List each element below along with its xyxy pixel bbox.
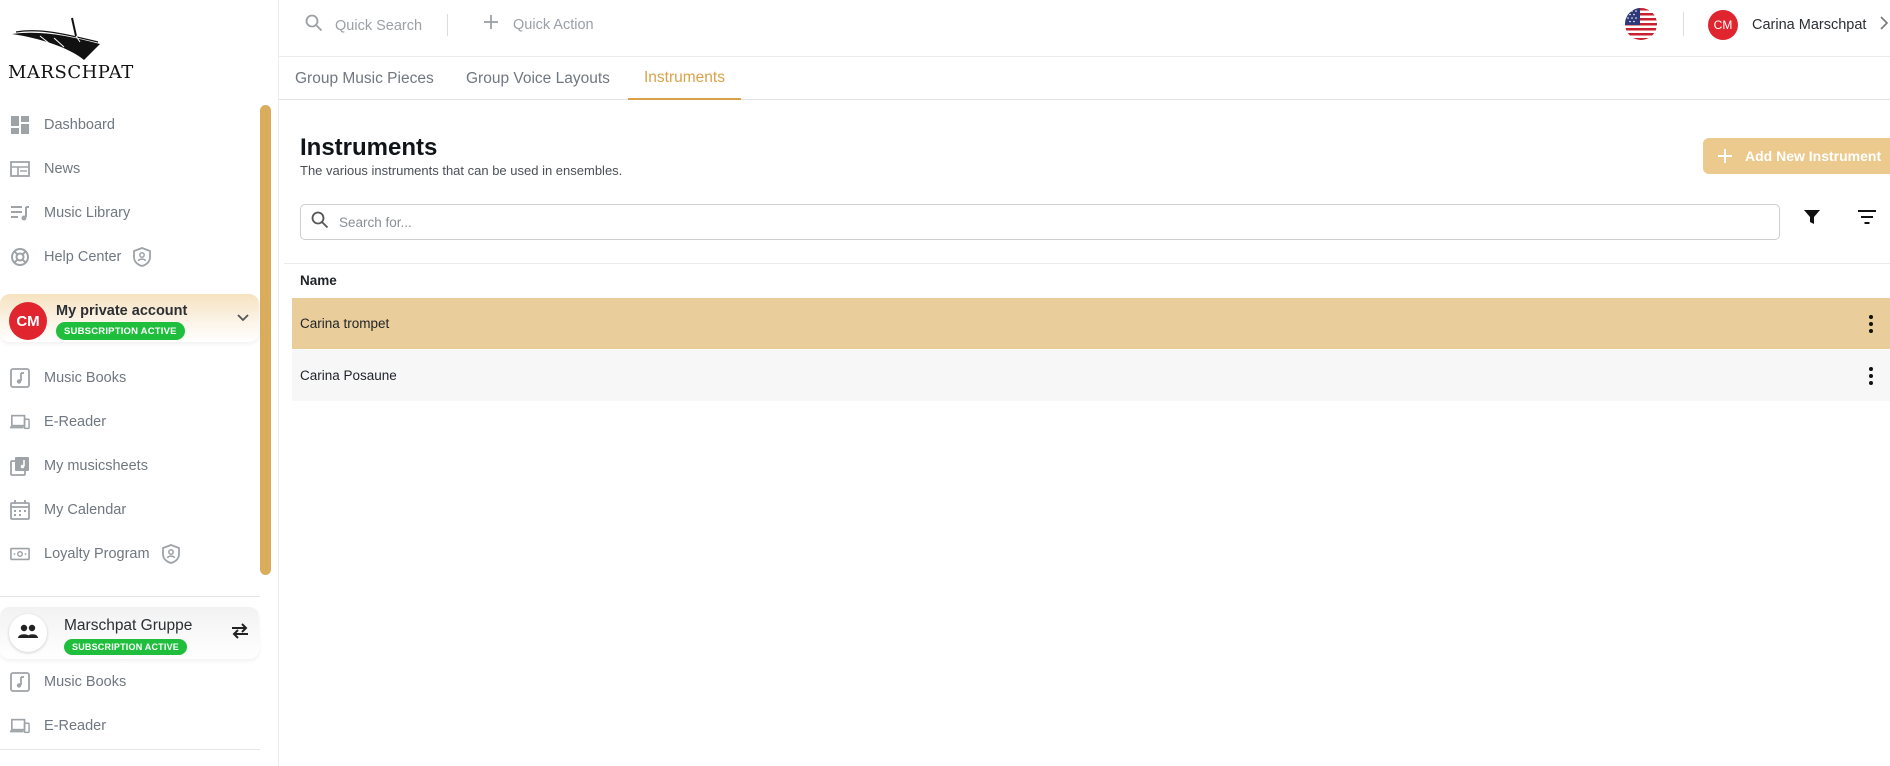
- sort-lines-icon: [1857, 209, 1877, 230]
- sidebar-item-loyalty-program[interactable]: Loyalty Program: [0, 534, 260, 574]
- sidebar-item-label: News: [44, 161, 81, 177]
- column-header-name[interactable]: Name: [300, 273, 337, 288]
- group-avatar: [9, 614, 47, 652]
- logo-mark-icon: [12, 17, 100, 60]
- language-flag-button[interactable]: [1625, 8, 1657, 40]
- sidebar-item-label: Loyalty Program: [44, 546, 150, 562]
- search-box: [300, 204, 1780, 240]
- loyalty-icon: [10, 544, 30, 564]
- sidebar-item-group-e-reader[interactable]: E-Reader: [0, 706, 260, 746]
- avatar: CM: [9, 302, 47, 340]
- quick-search-button[interactable]: Quick Search: [305, 14, 422, 37]
- search-icon: [305, 14, 323, 37]
- sidebar-item-label: My musicsheets: [44, 458, 148, 474]
- e-reader-icon: [10, 412, 30, 432]
- plus-icon: [483, 14, 499, 35]
- calendar-icon: [10, 500, 30, 520]
- table-row[interactable]: Carina Posaune: [292, 350, 1890, 401]
- sidebar-item-label: Music Books: [44, 370, 127, 386]
- sidebar-item-music-library[interactable]: Music Library: [0, 193, 260, 233]
- sidebar-divider: [0, 596, 260, 597]
- more-options-icon[interactable]: [1861, 365, 1881, 387]
- page-subtitle: The various instruments that can be used…: [300, 163, 623, 178]
- toolbar-divider: [1683, 12, 1684, 36]
- shield-icon: [133, 246, 153, 268]
- tab-group-music-pieces[interactable]: Group Music Pieces: [279, 57, 450, 100]
- sidebar-item-music-books[interactable]: Music Books: [0, 358, 260, 398]
- plus-icon: [1717, 148, 1733, 164]
- us-flag-icon: [1625, 8, 1657, 40]
- sidebar-item-label: E-Reader: [44, 414, 107, 430]
- shield-icon: [161, 543, 182, 565]
- help-center-icon: [10, 247, 30, 267]
- filter-icon: [1803, 208, 1821, 231]
- sidebar-scrollbar[interactable]: [260, 105, 271, 575]
- tab-instruments[interactable]: Instruments: [628, 57, 741, 100]
- people-icon: [17, 624, 39, 643]
- add-button-label: Add New Instrument: [1745, 148, 1882, 164]
- e-reader-icon: [10, 716, 30, 736]
- account-name: My private account: [56, 303, 188, 319]
- chevron-down-icon[interactable]: [236, 310, 250, 328]
- more-options-icon[interactable]: [1861, 313, 1881, 335]
- table-row[interactable]: Carina trompet: [292, 298, 1890, 349]
- tab-group-voice-layouts[interactable]: Group Voice Layouts: [450, 57, 626, 100]
- group-account: Marschpat Gruppe SUBSCRIPTION ACTIVE: [0, 607, 259, 659]
- user-avatar: CM: [1708, 10, 1738, 40]
- table-divider: [284, 263, 1890, 264]
- page-title: Instruments: [300, 134, 438, 161]
- filter-button[interactable]: [1800, 207, 1824, 231]
- sort-button[interactable]: [1855, 207, 1879, 231]
- news-icon: [10, 159, 30, 179]
- sidebar-item-e-reader[interactable]: E-Reader: [0, 402, 260, 442]
- musicsheets-icon: [10, 456, 30, 476]
- user-menu-button[interactable]: CM Carina Marschpat: [1708, 10, 1889, 40]
- sidebar-item-label: E-Reader: [44, 718, 107, 734]
- sidebar-item-my-calendar[interactable]: My Calendar: [0, 490, 260, 530]
- subscription-badge: SUBSCRIPTION ACTIVE: [56, 322, 185, 340]
- private-account-switcher[interactable]: CM My private account SUBSCRIPTION ACTIV…: [0, 294, 259, 342]
- subscription-badge: SUBSCRIPTION ACTIVE: [64, 639, 187, 655]
- sidebar-item-label: Help Center: [44, 249, 122, 265]
- chevron-right-icon: [1880, 15, 1889, 35]
- music-book-icon: [10, 368, 30, 388]
- marschpat-logo[interactable]: MARSCHPAT: [6, 14, 133, 84]
- instrument-name: Carina Posaune: [300, 368, 397, 383]
- music-book-icon: [10, 672, 30, 692]
- sidebar-item-label: Dashboard: [44, 117, 115, 133]
- quick-action-button[interactable]: Quick Action: [483, 14, 594, 35]
- music-library-icon: [10, 203, 30, 223]
- search-icon: [311, 211, 329, 234]
- group-name: Marschpat Gruppe: [64, 617, 193, 634]
- dashboard-icon: [10, 115, 30, 135]
- sidebar-item-my-musicsheets[interactable]: My musicsheets: [0, 446, 260, 486]
- sidebar-item-label: Music Books: [44, 674, 127, 690]
- sidebar-item-help-center[interactable]: Help Center: [0, 237, 260, 277]
- quick-search-label: Quick Search: [335, 17, 423, 34]
- sidebar-item-label: Music Library: [44, 205, 131, 221]
- sidebar-item-group-music-books[interactable]: Music Books: [0, 662, 260, 702]
- top-bar: Quick Search Quick Action CM Carina Mars…: [279, 0, 1890, 57]
- sidebar-item-dashboard[interactable]: Dashboard: [0, 105, 260, 145]
- search-input[interactable]: [339, 214, 1739, 230]
- user-name: Carina Marschpat: [1752, 17, 1867, 33]
- sidebar-item-label: My Calendar: [44, 502, 127, 518]
- quick-action-label: Quick Action: [513, 16, 594, 33]
- instrument-name: Carina trompet: [300, 316, 390, 331]
- sidebar: MARSCHPAT Dashboard News Music Library H…: [0, 0, 279, 766]
- switch-group-icon[interactable]: [230, 623, 250, 644]
- tab-bar: Group Music Pieces Group Voice Layouts I…: [279, 57, 1890, 100]
- toolbar-divider: [447, 14, 448, 36]
- sidebar-item-news[interactable]: News: [0, 149, 260, 189]
- logo-text: MARSCHPAT: [8, 62, 134, 83]
- add-new-instrument-button[interactable]: Add New Instrument: [1703, 138, 1890, 174]
- sidebar-divider: [0, 749, 260, 750]
